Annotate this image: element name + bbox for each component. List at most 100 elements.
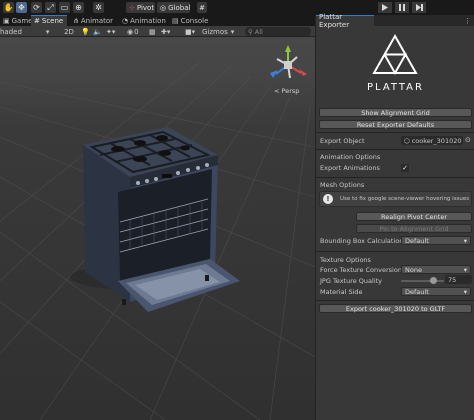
search-placeholder: All bbox=[254, 27, 263, 36]
mesh-help-text: Use to fix google scene-viewer hovering … bbox=[340, 196, 470, 202]
jpg-quality-input[interactable]: 75 bbox=[445, 275, 472, 284]
show-alignment-grid-button[interactable]: Show Alignment Grid bbox=[319, 108, 472, 117]
grid-icon: ▦ bbox=[149, 27, 156, 36]
reset-exporter-defaults-button[interactable]: Reset Exporter Defaults bbox=[319, 120, 472, 129]
panel-menu-icon[interactable]: ⋮ bbox=[464, 15, 471, 26]
shading-mode-value: haded bbox=[0, 27, 22, 36]
hand-tool-icon[interactable]: ✋ bbox=[3, 2, 14, 13]
scene-search-input[interactable]: ⚲ All bbox=[245, 27, 311, 36]
camera-dropdown[interactable]: ■▾ bbox=[185, 26, 199, 37]
tab-scene-label: Scene bbox=[41, 17, 64, 25]
checkmark-icon: ✓ bbox=[402, 164, 408, 172]
console-icon: ▤ bbox=[172, 16, 179, 25]
tab-animator[interactable]: ⋔ Animator bbox=[70, 15, 114, 26]
export-object-value: cooker_301020 bbox=[411, 136, 462, 145]
divider bbox=[316, 149, 474, 150]
pin-to-alignment-grid-button[interactable]: Pin to Alignment Grid bbox=[356, 224, 472, 233]
camera-icon: ■▾ bbox=[185, 27, 196, 36]
divider bbox=[316, 300, 474, 301]
play-icon bbox=[382, 4, 388, 11]
plattar-logo-text: PLATTAR bbox=[367, 82, 424, 93]
force-texture-conversion-value: None bbox=[405, 265, 422, 274]
texture-options-header: Texture Options bbox=[320, 256, 371, 264]
global-label: Global bbox=[168, 3, 191, 12]
transform-tool-icon[interactable]: ⊕ bbox=[73, 2, 84, 13]
pivot-label: Pivot bbox=[136, 3, 155, 12]
divider bbox=[316, 177, 474, 178]
animation-icon: ◔ bbox=[122, 16, 129, 25]
scene-icon: # bbox=[34, 17, 40, 25]
orientation-gizmo[interactable] bbox=[270, 45, 307, 79]
tab-animation[interactable]: ◔ Animation bbox=[119, 15, 166, 26]
game-icon: ▣ bbox=[3, 16, 10, 25]
shading-mode-dropdown[interactable]: haded ▾ bbox=[0, 26, 49, 37]
panel-title: Plattar Exporter bbox=[319, 13, 350, 29]
bounding-box-dropdown[interactable]: Default ▾ bbox=[401, 236, 471, 245]
lighting-toggle[interactable]: 💡 bbox=[81, 26, 90, 37]
search-icon: ⚲ bbox=[248, 27, 253, 36]
chevron-down-icon: ▾ bbox=[463, 265, 467, 274]
object-picker-icon[interactable]: ⊙ bbox=[465, 136, 471, 144]
rotate-tool-icon[interactable]: ⟳ bbox=[31, 2, 42, 13]
toggle-2d-label: 2D bbox=[64, 27, 74, 36]
pause-icon bbox=[399, 4, 405, 11]
tab-plattar-exporter[interactable]: Plattar Exporter bbox=[316, 13, 374, 29]
hidden-objects-toggle[interactable]: ◉ 0 bbox=[127, 26, 147, 37]
move-tool-icon[interactable]: ✥ bbox=[16, 2, 27, 13]
perspective-label[interactable]: < Persp bbox=[274, 87, 299, 95]
export-object-field[interactable]: ⬡ cooker_301020 bbox=[401, 136, 463, 145]
divider bbox=[316, 251, 474, 252]
custom-tool-icon[interactable]: ✲ bbox=[93, 2, 104, 13]
pause-button[interactable] bbox=[395, 2, 409, 13]
jpg-quality-slider-handle[interactable] bbox=[429, 277, 437, 284]
mesh-options-header: Mesh Options bbox=[320, 181, 365, 189]
effects-dropdown[interactable]: ✦▾ bbox=[106, 26, 122, 37]
bounding-box-label: Bounding Box Calculation bbox=[320, 237, 404, 245]
realign-pivot-center-button[interactable]: Realign Pivot Center bbox=[356, 212, 472, 221]
info-icon: ! bbox=[323, 194, 333, 204]
speaker-icon: 🔈 bbox=[93, 27, 102, 36]
tab-game[interactable]: ▣ Game bbox=[0, 15, 32, 26]
panel-tab-bar: Plattar Exporter ⋮ bbox=[316, 13, 474, 29]
tab-console[interactable]: ▤ Console bbox=[169, 15, 209, 26]
scene-tab-bar: ▣ Game # Scene ⋔ Animator ◔ Animation ▤ … bbox=[0, 15, 315, 26]
toggle-2d-button[interactable]: 2D bbox=[63, 26, 75, 37]
export-gltf-button[interactable]: Export cooker_301020 to GLTF bbox=[319, 304, 472, 313]
rect-tool-icon[interactable]: ▭ bbox=[59, 2, 70, 13]
grid-snap-button[interactable]: # bbox=[197, 2, 207, 13]
force-texture-conversion-dropdown[interactable]: None ▾ bbox=[401, 265, 471, 274]
material-side-value: Default bbox=[405, 287, 429, 296]
scene-viewport[interactable]: < Persp bbox=[0, 37, 315, 420]
tab-animator-label: Animator bbox=[80, 16, 114, 25]
plattar-exporter-panel: Plattar Exporter ⋮ PLATTAR Show Alignmen… bbox=[315, 13, 474, 420]
chevron-down-icon: ▾ bbox=[463, 287, 467, 296]
grid-snap-icon: # bbox=[199, 3, 205, 12]
cooker-model[interactable] bbox=[70, 127, 240, 312]
global-button[interactable]: ◎ Global bbox=[157, 2, 190, 13]
export-animations-checkbox[interactable]: ✓ bbox=[401, 164, 409, 172]
play-button[interactable] bbox=[378, 2, 392, 13]
tab-animation-label: Animation bbox=[130, 16, 166, 25]
jpg-quality-slider-track[interactable] bbox=[401, 280, 444, 282]
main-toolbar: ✋ ✥ ⟳ ⤢ ▭ ⊕ ✲ ⊹ Pivot ◎ Global # bbox=[0, 0, 474, 15]
material-side-dropdown[interactable]: Default ▾ bbox=[401, 287, 471, 296]
step-button[interactable] bbox=[412, 2, 426, 13]
material-side-label: Material Side bbox=[320, 288, 363, 296]
scale-tool-icon[interactable]: ⤢ bbox=[45, 2, 56, 13]
animation-options-header: Animation Options bbox=[320, 153, 381, 161]
light-bulb-icon: 💡 bbox=[81, 27, 90, 36]
grid-toggle[interactable]: ▦ bbox=[149, 26, 158, 37]
globe-icon: ◎ bbox=[160, 3, 167, 12]
tab-game-label: Game bbox=[11, 16, 33, 25]
gizmos-label: Gizmos bbox=[202, 27, 228, 36]
audio-toggle[interactable]: 🔈 bbox=[93, 26, 102, 37]
export-animations-label: Export Animations bbox=[320, 164, 380, 172]
pivot-button[interactable]: ⊹ Pivot bbox=[126, 2, 155, 13]
tools-dropdown[interactable]: ✚▾ bbox=[161, 26, 175, 37]
plattar-logo-icon bbox=[372, 33, 418, 76]
gizmos-dropdown[interactable]: Gizmos ▾ bbox=[202, 26, 238, 37]
tab-scene[interactable]: # Scene bbox=[31, 15, 67, 26]
scene-view-toolbar: haded ▾ 2D 💡 🔈 ✦▾ ◉ 0 ▦ ✚▾ ■▾ Gizmos ▾ ⚲… bbox=[0, 26, 315, 37]
export-object-label: Export Object bbox=[320, 137, 365, 145]
scene-canvas bbox=[0, 45, 315, 420]
